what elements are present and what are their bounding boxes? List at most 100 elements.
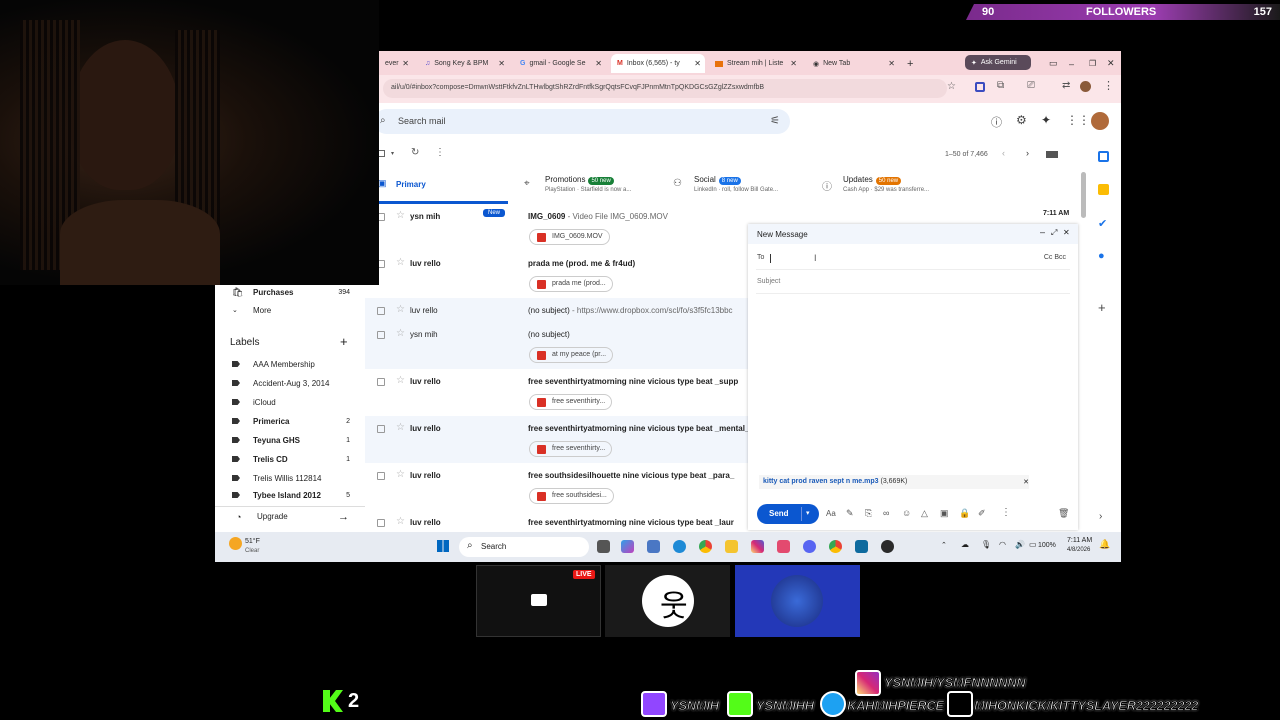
sidebar-item-purchases[interactable]: 🛍 Purchases 394 [215,284,365,300]
expand-icon[interactable]: ⤢ [1051,228,1057,238]
sidebar-item-label[interactable]: Accident-Aug 3, 2014 [215,375,365,391]
weather-icon[interactable] [229,537,242,550]
bookmark-star-icon[interactable]: ☆ [947,81,956,92]
tab-ever[interactable]: ever ✕ [379,54,413,73]
keep-icon[interactable] [1098,184,1109,195]
email-row[interactable]: ☆ luv rello free seventhirtyatmorning ni… [365,416,748,463]
downloads-icon[interactable]: ⇄ [1062,80,1070,91]
attachment-chip[interactable]: at my peace (pr... [529,347,614,363]
close-icon[interactable]: ✕ [790,59,797,68]
windows-start-icon[interactable] [437,540,449,552]
select-all-checkbox[interactable] [378,150,385,157]
more-icon[interactable]: ⋮ [435,147,445,158]
tab-google-search[interactable]: Ggmail - Google Se ✕ [514,54,606,73]
attachment-chip[interactable]: prada me (prod... [529,276,613,292]
tab-search-icon[interactable]: ▭ [1043,54,1057,73]
to-field[interactable]: To I Cc Bcc [756,248,1070,270]
row-checkbox[interactable] [377,331,385,339]
more-options-icon[interactable]: ⋮ [1001,507,1011,518]
close-icon[interactable]: ✕ [595,59,602,68]
thumbnail-screen[interactable]: LIVE [476,565,601,637]
star-icon[interactable]: ☆ [396,516,405,527]
tab-social[interactable]: ⚇ Social 8 new LinkedIn · roll, follow Bi… [673,172,808,204]
edge-icon[interactable] [673,540,686,553]
star-icon[interactable]: ☆ [396,422,405,433]
lock-icon[interactable]: 🔒 [959,508,970,519]
attachment-chip[interactable]: free seventhirty... [529,441,613,457]
photo-icon[interactable]: ▣ [940,508,949,519]
attachment-chip[interactable]: free seventhirty... [529,394,613,410]
cc-bcc-link[interactable]: Cc Bcc [1044,254,1066,261]
sidebar-item-more[interactable]: ⌄ More [215,302,365,318]
row-checkbox[interactable] [377,307,385,315]
row-checkbox[interactable] [377,472,385,480]
sidebar-item-label[interactable]: AAA Membership [215,356,365,372]
collapse-panel-icon[interactable]: › [1099,511,1102,522]
clock-date[interactable]: 4/8/2026 [1067,547,1090,553]
tab-promotions[interactable]: ⌖ Promotions 50 new PlayStation · Starfie… [524,172,659,204]
help-icon[interactable]: ⓘ [991,114,1002,130]
email-row[interactable]: ☆ luv rello free southsidesilhouette nin… [365,463,748,510]
star-icon[interactable]: ☆ [396,210,405,221]
emoji-icon[interactable]: ☺ [902,508,911,518]
compose-header[interactable]: New Message – ⤢ ✕ [748,224,1078,244]
attachment-row[interactable]: kitty cat prod raven sept n me.mp3 (3,66… [759,475,1029,489]
minimize-icon[interactable]: – [1040,227,1045,237]
task-view-icon[interactable] [597,540,610,553]
wifi-icon[interactable]: ◠ [999,540,1006,549]
chrome-icon[interactable] [699,540,712,553]
tray-icon[interactable]: ☁ [961,540,969,549]
star-icon[interactable]: ☆ [396,257,405,268]
refresh-icon[interactable]: ↻ [411,147,419,158]
row-checkbox[interactable] [377,378,385,386]
puzzle-icon[interactable]: ⧉ [997,80,1004,91]
star-icon[interactable]: ☆ [396,304,405,315]
copilot-icon[interactable] [621,540,634,553]
restore-icon[interactable]: ❐ [1083,54,1097,73]
new-tab-button[interactable]: + [901,54,917,73]
formatting-icon[interactable]: Aa [826,509,836,518]
subject-field[interactable]: Subject [756,272,1070,294]
calendar-icon[interactable] [1098,151,1109,162]
tab-song-key[interactable]: ♫ Song Key & BPM ✕ [419,54,509,73]
close-icon[interactable]: ✕ [498,59,505,68]
sidebar-item-label[interactable]: Teyuna GHS 1 [215,432,365,448]
battery-icon[interactable]: ▭ [1029,540,1037,549]
screen-share-icon[interactable]: ⎚ [1027,80,1035,91]
add-addon-icon[interactable]: + [1098,300,1106,315]
attach-icon[interactable]: ⎘ [865,508,872,519]
upgrade-button[interactable]: ◔ Upgrade → [215,506,365,526]
gmail-search-bar[interactable]: ⌕ Search mail ⚟ [374,109,790,134]
menu-icon[interactable]: ⋮ [1103,79,1114,92]
send-options-icon[interactable]: ▾ [806,509,810,517]
tasks-icon[interactable]: ✔ [1098,217,1107,230]
volume-icon[interactable]: 🔊 [1015,540,1025,549]
ask-gemini-button[interactable]: ✦ Ask Gemini [965,55,1031,70]
sidebar-item-label[interactable]: Tybee Island 2012 5 [215,489,365,501]
file-explorer-icon[interactable] [725,540,738,553]
email-row[interactable]: ☆ luv rello free seventhirtyatmorning ni… [365,369,748,416]
taskbar-search[interactable]: ⌕ Search [459,537,589,557]
star-icon[interactable]: ☆ [396,375,405,386]
email-row[interactable]: ☆ ysn mih (no subject) at my peace (pr..… [365,322,748,369]
row-checkbox[interactable] [377,425,385,433]
close-icon[interactable]: ✕ [402,59,409,68]
list-scrollbar[interactable] [1081,172,1086,218]
sidebar-item-label[interactable]: iCloud [215,394,365,410]
mic-icon[interactable]: 🎙 [981,540,991,549]
chrome-icon-2[interactable] [829,540,842,553]
account-avatar[interactable] [1091,112,1109,130]
profile-avatar[interactable] [1080,81,1091,92]
chevron-up-icon[interactable]: ⌃ [941,541,947,549]
thumbnail-avatar[interactable]: 웃 [605,565,730,637]
minimize-icon[interactable]: – [1063,54,1077,73]
attachment-chip[interactable]: IMG_0609.MOV [529,229,610,245]
thumbnail-album[interactable] [735,565,860,637]
email-row[interactable]: ☆ luv rello free seventhirtyatmorning ni… [365,510,748,532]
search-icon[interactable]: ⌕ [380,115,386,126]
trash-icon[interactable]: 🗑 [1058,508,1069,519]
next-page-icon[interactable]: › [1026,148,1029,158]
tab-primary[interactable]: ▣ Primary [378,172,508,204]
sidebar-item-label[interactable]: Trelis Willis 112814 [215,470,365,486]
tab-updates[interactable]: ⓘ Updates 50 new Cash App · $29 was trans… [822,172,957,204]
